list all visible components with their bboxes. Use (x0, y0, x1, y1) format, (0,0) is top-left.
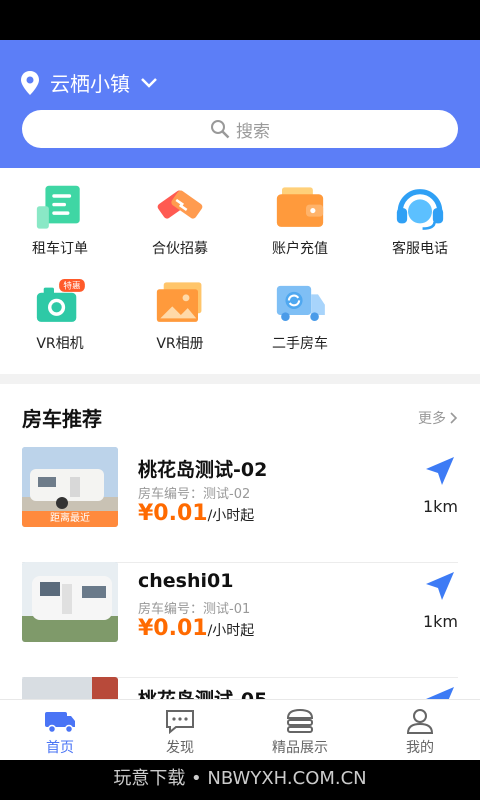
function-grid: 租车订单 合伙招募 账户充值 客服电话 特惠 VR相机 VR相册 二手房车 (0, 168, 480, 374)
grid-label: VR相册 (156, 336, 204, 352)
tab-label: 我的 (406, 740, 434, 756)
navigate-icon[interactable] (424, 570, 456, 602)
section-divider (0, 374, 480, 384)
rv-card[interactable]: cheshi01 房车编号：测试-01 ¥0.01/小时起 1km (0, 562, 480, 678)
grid-item-service-phone[interactable]: 客服电话 (360, 168, 480, 258)
rv-price: ¥0.01/小时起 (138, 616, 254, 641)
grid-label: 租车订单 (32, 241, 88, 257)
header: 云栖小镇 搜索 (0, 40, 480, 168)
location-label: 云栖小镇 (50, 72, 130, 96)
tab-label: 发现 (166, 740, 194, 756)
grid-label: VR相机 (36, 336, 84, 352)
search-bar[interactable]: 搜索 (22, 110, 458, 148)
location-pin-icon (21, 70, 39, 95)
rv-code: 房车编号：测试-02 (138, 487, 251, 502)
rv-name: 桃花岛测试-02 (138, 459, 268, 481)
bottom-tab-bar: 首页 发现 精品展示 我的 (0, 699, 480, 760)
price-value: ¥0.01 (138, 616, 208, 641)
grid-label: 账户充值 (272, 241, 328, 257)
rv-distance: 1km (422, 497, 458, 516)
showcase-icon (286, 708, 314, 733)
tab-label: 精品展示 (272, 740, 328, 756)
user-icon (406, 709, 434, 734)
tab-home[interactable]: 首页 (0, 700, 120, 761)
rv-photo-icon (22, 562, 118, 642)
rv-home-icon (45, 712, 75, 734)
grid-item-partner-recruit[interactable]: 合伙招募 (120, 168, 240, 258)
price-value: ¥0.01 (138, 501, 208, 526)
section-title: 房车推荐 (22, 407, 102, 431)
chevron-right-icon (450, 412, 458, 424)
more-link[interactable]: 更多 (418, 408, 458, 428)
grid-label: 合伙招募 (152, 241, 208, 257)
search-icon (211, 120, 230, 139)
navigate-icon[interactable] (424, 455, 456, 487)
nearest-tag: 距离最近 (22, 511, 118, 527)
more-label: 更多 (418, 411, 446, 427)
rv-card[interactable]: 距离最近 桃花岛测试-02 房车编号：测试-02 ¥0.01/小时起 1km (0, 447, 480, 563)
grid-label: 客服电话 (392, 241, 448, 257)
album-icon (156, 282, 202, 322)
grid-label: 二手房车 (272, 336, 328, 352)
search-placeholder: 搜索 (236, 121, 270, 142)
watermark: 玩意下载 • NBWYXH.COM.CN (0, 760, 480, 800)
location-selector[interactable]: 云栖小镇 (20, 68, 158, 97)
rv-price: ¥0.01/小时起 (138, 501, 254, 526)
grid-item-vr-album[interactable]: VR相册 (120, 263, 240, 353)
promo-badge: 特惠 (63, 279, 81, 291)
order-icon (36, 185, 80, 229)
rv-distance: 1km (422, 612, 458, 631)
handshake-icon (157, 190, 203, 219)
grid-item-rental-orders[interactable]: 租车订单 (0, 168, 120, 258)
price-unit: /小时起 (207, 623, 255, 639)
price-unit: /小时起 (207, 508, 255, 524)
headset-icon (396, 189, 444, 230)
used-rv-icon (276, 285, 325, 321)
chevron-down-icon (141, 77, 157, 88)
tab-showcase[interactable]: 精品展示 (240, 700, 360, 761)
tab-mine[interactable]: 我的 (360, 700, 480, 761)
camera-icon: 特惠 (36, 279, 85, 322)
tab-label: 首页 (46, 740, 74, 756)
grid-item-used-rv[interactable]: 二手房车 (240, 263, 360, 353)
grid-item-vr-camera[interactable]: 特惠 VR相机 (0, 263, 120, 353)
wallet-icon (276, 187, 324, 227)
tab-discover[interactable]: 发现 (120, 700, 240, 761)
rv-thumbnail (22, 562, 118, 642)
rv-name: cheshi01 (138, 570, 234, 592)
status-bar (0, 0, 480, 40)
chat-icon (166, 710, 194, 734)
rv-thumbnail: 距离最近 (22, 447, 118, 527)
rv-code: 房车编号：测试-01 (138, 602, 251, 617)
grid-item-account-recharge[interactable]: 账户充值 (240, 168, 360, 258)
